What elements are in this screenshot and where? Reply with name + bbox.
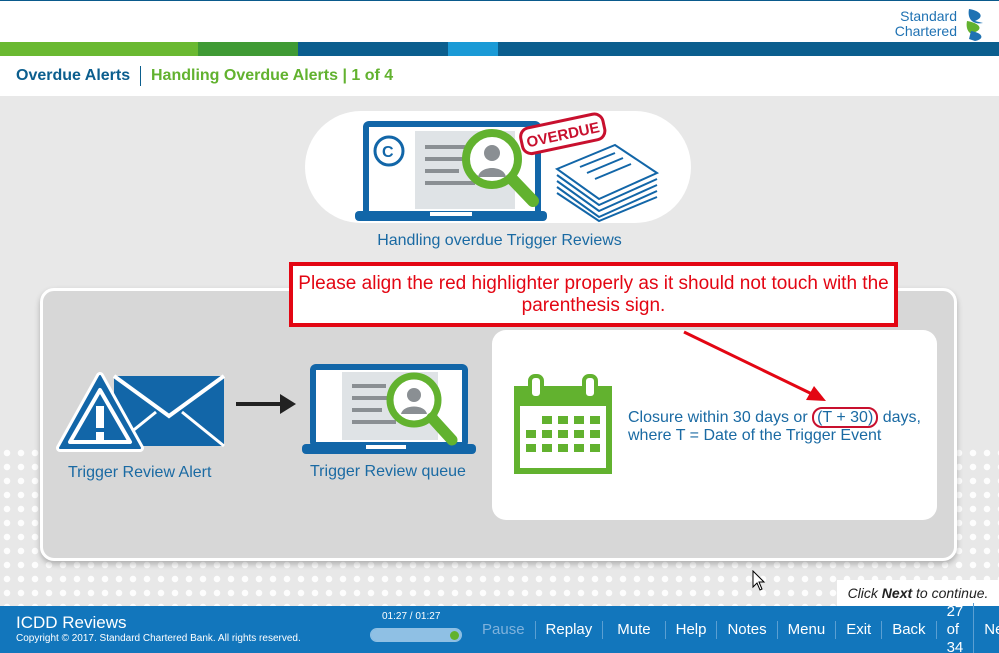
topic-title: Handling Overdue Alerts | 1 of 4 — [151, 67, 394, 84]
annotation-arrow-icon — [683, 330, 826, 401]
standard-chartered-logo: Standard Chartered — [895, 7, 989, 41]
overdue-stamp: OVERDUE — [519, 112, 607, 156]
pause-button[interactable]: Pause — [472, 620, 536, 639]
mouse-cursor-icon — [752, 570, 766, 591]
progress-knob[interactable] — [450, 631, 459, 640]
course-title: ICDD Reviews — [16, 613, 127, 632]
step1-label: Trigger Review Alert — [68, 464, 212, 481]
notes-button[interactable]: Notes — [717, 620, 778, 639]
replay-button[interactable]: Replay — [536, 620, 604, 639]
closure-line2: where T = Date of the Trigger Event — [628, 427, 882, 444]
player-controls: Pause Replay Mute Help Notes Menu Exit B… — [472, 602, 999, 653]
closure-line1: Closure within 30 days or (T + 30) days, — [628, 407, 921, 428]
hero-caption: Handling overdue Trigger Reviews — [377, 232, 622, 249]
timer-readout: 01:27 / 01:27 — [382, 611, 441, 622]
arrow-right-icon — [236, 394, 296, 414]
closure-text: Closure within 30 days or (T + 30) days,… — [628, 407, 921, 445]
logo-mark-icon — [966, 9, 983, 41]
header: Standard Chartered — [0, 0, 999, 42]
closure-text-after: days, — [878, 409, 921, 426]
help-button[interactable]: Help — [666, 620, 718, 639]
continue-hint-bold: Next — [881, 585, 913, 601]
brand-stripe — [0, 42, 999, 56]
menu-button[interactable]: Menu — [778, 620, 837, 639]
step2-label: Trigger Review queue — [310, 463, 466, 480]
calendar-icon — [514, 374, 612, 474]
document-stack-icon — [554, 143, 660, 223]
progress-fill — [371, 629, 461, 641]
title-bar: Overdue Alerts Handling Overdue Alerts |… — [0, 56, 999, 96]
logo-line1: Standard — [900, 8, 957, 24]
hero-illustration-panel: C OVERDUE — [305, 111, 691, 223]
back-button[interactable]: Back — [882, 620, 937, 639]
progress-scrubber[interactable] — [370, 628, 462, 642]
continue-hint-pre: Click — [847, 585, 882, 601]
closure-text-before: Closure within 30 days or — [628, 409, 813, 426]
mute-button[interactable]: Mute — [603, 620, 666, 639]
review-queue-graphic — [302, 364, 476, 454]
copyright-text: Copyright © 2017. Standard Chartered Ban… — [16, 633, 301, 644]
continue-hint-post: to continue. — [912, 585, 989, 601]
next-button[interactable]: Next — [974, 621, 999, 639]
review-note-box: Please align the red highlighter properl… — [289, 262, 898, 327]
logo-line2: Chartered — [894, 23, 957, 39]
hero-illustration: C OVERDUE — [355, 112, 660, 223]
title-divider — [140, 66, 141, 86]
exit-button[interactable]: Exit — [836, 620, 883, 639]
highlighted-term: (T + 30) — [812, 407, 879, 428]
continue-hint: Click Next to continue. — [837, 580, 999, 606]
svg-text:C: C — [382, 144, 394, 161]
trigger-alert-graphic — [56, 372, 226, 452]
player-footer: ICDD Reviews Copyright © 2017. Standard … — [0, 602, 999, 653]
module-title: Overdue Alerts — [16, 67, 131, 84]
page-counter: 27 of 34 — [937, 602, 975, 653]
